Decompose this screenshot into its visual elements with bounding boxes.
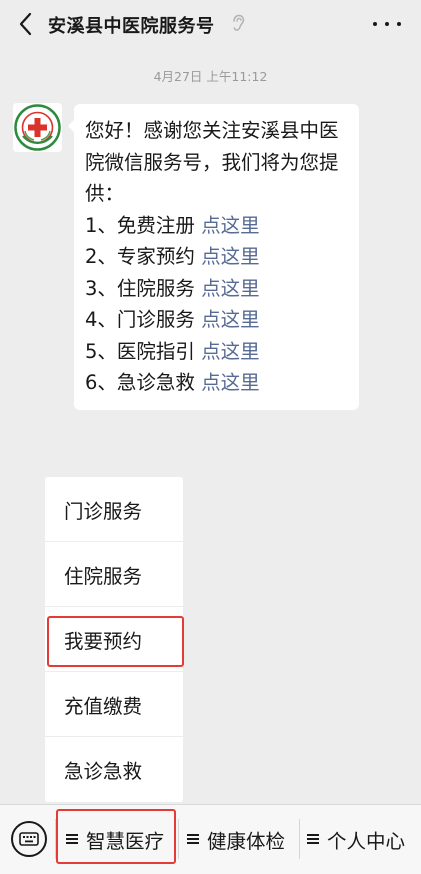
- link-expert-appointment[interactable]: 点这里: [201, 245, 260, 268]
- link-hospital-guide[interactable]: 点这里: [201, 340, 260, 363]
- menu-tab-label: 健康体检: [207, 829, 286, 853]
- more-dots-icon: [373, 22, 377, 26]
- message-intro: 您好！感谢您关注安溪县中医院微信服务号，我们将为您提供：: [85, 119, 339, 205]
- menu-lines-icon: [187, 832, 201, 846]
- menu-tab-personal-center[interactable]: 个人中心: [307, 805, 405, 873]
- menu-tab-label: 个人中心: [327, 829, 406, 853]
- avatar[interactable]: [13, 103, 62, 152]
- message-line: 3、住院服务 点这里: [85, 276, 260, 300]
- hospital-logo: [14, 104, 61, 151]
- more-options-button[interactable]: [373, 14, 401, 34]
- link-inpatient-service[interactable]: 点这里: [201, 277, 260, 300]
- submenu-item-emergency[interactable]: 急诊急救: [45, 737, 183, 802]
- menu-tab-label: 智慧医疗: [86, 829, 165, 853]
- chevron-left-icon: [19, 12, 32, 36]
- chat-title: 安溪县中医院服务号: [48, 16, 215, 37]
- divider: [299, 819, 300, 859]
- message-line: 6、急诊急救 点这里: [85, 371, 260, 394]
- back-button[interactable]: [12, 10, 38, 38]
- link-outpatient-service[interactable]: 点这里: [201, 308, 260, 331]
- submenu-popup: 门诊服务 住院服务 我要预约 充值缴费 急诊急救: [45, 477, 184, 802]
- divider: [55, 819, 56, 859]
- ear-icon: [233, 14, 245, 31]
- menu-lines-icon: [66, 832, 80, 846]
- message-line: 4、门诊服务 点这里: [85, 308, 260, 331]
- keyboard-toggle-button[interactable]: [11, 821, 47, 857]
- message-line: 2、专家预约 点这里: [85, 245, 260, 268]
- divider: [178, 819, 179, 859]
- message-line: 5、医院指引 点这里: [85, 339, 260, 363]
- submenu-item-recharge[interactable]: 充值缴费: [45, 672, 183, 737]
- bottom-menu-bar: 智慧医疗 健康体检 个人中心: [0, 804, 421, 874]
- link-emergency[interactable]: 点这里: [201, 371, 260, 394]
- submenu-item-inpatient[interactable]: 住院服务: [45, 542, 183, 607]
- chat-screen: 安溪县中医院服务号 4月27日 上午11:12 您好！感谢您关注安溪县中医院微信…: [0, 0, 421, 874]
- menu-tab-health-checkup[interactable]: 健康体检: [187, 805, 285, 873]
- message-line: 1、免费注册 点这里: [85, 213, 260, 237]
- message-bubble: 您好！感谢您关注安溪县中医院微信服务号，我们将为您提供： 1、免费注册 点这里 …: [68, 104, 359, 410]
- menu-tab-smart-medical[interactable]: 智慧医疗: [66, 805, 164, 873]
- submenu-item-outpatient[interactable]: 门诊服务: [45, 477, 183, 542]
- link-free-register[interactable]: 点这里: [201, 214, 260, 237]
- submenu-item-appointment[interactable]: 我要预约: [45, 607, 184, 672]
- menu-lines-icon: [307, 832, 321, 846]
- message-timestamp: 4月27日 上午11:12: [153, 69, 268, 84]
- chat-header: 安溪县中医院服务号: [0, 0, 421, 48]
- keyboard-icon: [19, 832, 39, 846]
